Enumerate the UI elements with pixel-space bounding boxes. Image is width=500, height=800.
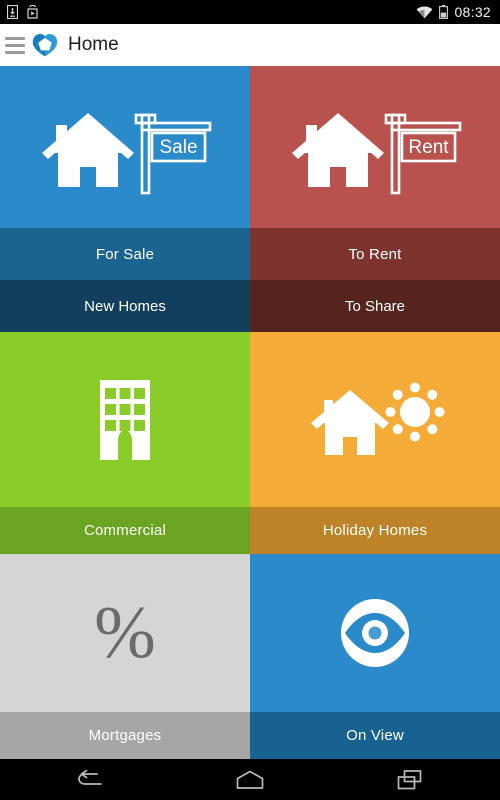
recents-button[interactable] [389,765,431,795]
tile-sublabel-to-share[interactable]: To Share [250,280,500,332]
app-bar: Home [0,24,500,66]
tile-label-on-view: On View [250,712,500,759]
play-store-icon [27,5,38,19]
status-bar: 08:32 [0,0,500,24]
rent-sign-text: Rent [408,137,449,158]
tile-to-rent[interactable]: Rent To Rent To Share [250,66,500,332]
office-building-icon [0,332,250,507]
tile-mortgages[interactable]: % Mortgages [0,554,250,759]
back-button[interactable] [69,765,111,795]
tile-label-for-sale: For Sale [0,228,250,280]
tile-label-to-rent: To Rent [250,228,500,280]
tile-commercial[interactable]: Commercial [0,332,250,554]
android-nav-bar [0,759,500,800]
download-icon [7,5,18,19]
category-grid: Sale For Sale New Homes Rent To Rent To … [0,66,500,759]
tile-label-holiday-homes: Holiday Homes [250,507,500,554]
hamburger-menu-icon[interactable] [5,36,25,54]
status-bar-right-icons: 08:32 [416,4,500,20]
home-button[interactable] [229,765,271,795]
percent-glyph: % [94,592,156,674]
tile-for-sale[interactable]: Sale For Sale New Homes [0,66,250,332]
tile-holiday-homes[interactable]: Holiday Homes [250,332,500,554]
tile-sublabel-new-homes[interactable]: New Homes [0,280,250,332]
house-for-sale-sign-icon: Sale [0,66,250,228]
app-screen: 08:32 Home Sale For Sale New Homes Rent … [0,0,500,800]
house-for-rent-sign-icon: Rent [250,66,500,228]
tile-label-commercial: Commercial [0,507,250,554]
status-bar-clock: 08:32 [454,4,491,20]
house-with-sun-icon [250,332,500,507]
tile-on-view[interactable]: On View [250,554,500,759]
sale-sign-text: Sale [159,137,197,158]
page-title: Home [68,34,119,55]
status-bar-left-icons [0,5,39,19]
tile-label-mortgages: Mortgages [0,712,250,759]
percent-icon: % [0,554,250,712]
wifi-icon [417,6,433,18]
app-logo-icon [32,33,58,57]
battery-icon [439,5,449,19]
eye-icon [250,554,500,712]
